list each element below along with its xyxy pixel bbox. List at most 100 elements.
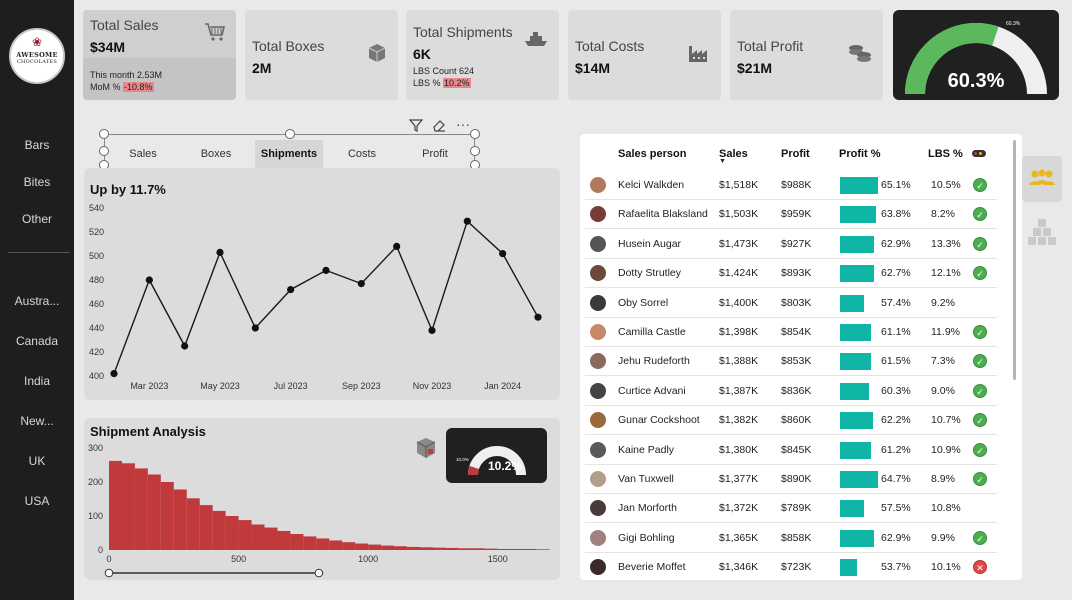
table-row[interactable]: Husein Augar $1,473K $927K 62.9% 13.3% ✓ (585, 230, 997, 259)
check-icon: ✓ (973, 354, 987, 369)
slicer-item-bites[interactable]: Bites (0, 175, 74, 189)
kpi-total-shipments[interactable]: Total Shipments 6K LBS Count 624 LBS % 1… (406, 10, 559, 100)
col-header-profit[interactable]: Profit (781, 148, 810, 160)
lbs-pct-value: 10.9% (931, 443, 961, 456)
profit-value: $836K (781, 384, 812, 397)
kpi-total-profit[interactable]: Total Profit $21M (730, 10, 883, 100)
profit-pct-bar (840, 177, 879, 194)
resize-handle[interactable] (470, 146, 480, 156)
check-icon: ✓ (973, 325, 987, 339)
view-salespeople-button[interactable] (1022, 156, 1062, 202)
avatar (590, 382, 606, 399)
profit-value: $853K (781, 355, 812, 368)
lbs-pct-value: 8.9% (931, 473, 955, 485)
profit-pct-value: 62.9% (881, 531, 911, 544)
data-point (145, 276, 153, 284)
histogram-bar (355, 543, 369, 550)
kpi-total-sales[interactable]: Total Sales $34M This month 2.53M MoM % … (83, 10, 236, 100)
tab-costs[interactable]: Costs (332, 140, 392, 168)
slicer-item-india[interactable]: India (0, 374, 74, 388)
histogram-bar (523, 548, 537, 550)
slicer-item-other[interactable]: Other (0, 212, 74, 226)
tab-sales[interactable]: Sales (112, 140, 174, 168)
slicer-item-uk[interactable]: UK (0, 454, 74, 468)
cart-icon (205, 23, 226, 41)
histogram-bar (121, 463, 135, 550)
kpi-total-costs[interactable]: Total Costs $14M (568, 10, 721, 100)
profit-pct-value: 62.2% (881, 414, 911, 427)
table-row[interactable]: Rafaelita Blaksland $1,503K $959K 63.8% 8.2%… (585, 200, 997, 230)
y-tick-label: 520 (89, 227, 104, 237)
eraser-icon[interactable] (432, 118, 446, 132)
tab-profit[interactable]: Profit (405, 140, 465, 168)
col-header-profit-pct[interactable]: Profit % (839, 148, 881, 160)
resize-handle[interactable] (99, 129, 109, 139)
slicer-item-canada[interactable]: Canada (0, 334, 74, 348)
gauge-value: 60.3% (948, 70, 1005, 92)
table-row[interactable]: Jan Morforth $1,372K $789K 57.5% 10.8% (585, 494, 997, 524)
kpi-value: 2M (252, 60, 272, 76)
data-point (110, 370, 118, 378)
kpi-total-boxes[interactable]: Total Boxes 2M (245, 10, 398, 100)
data-point (322, 266, 330, 274)
filter-icon[interactable] (409, 118, 423, 132)
profit-pct-value: 57.5% (881, 502, 911, 515)
lbs-pct-value: 10.1% (931, 561, 961, 574)
table-scrollbar[interactable] (1013, 140, 1016, 380)
lbs-pct-value: 11.9% (931, 326, 960, 338)
slicer-item-new-zealand[interactable]: New... (0, 414, 74, 428)
box-icon (368, 44, 386, 62)
kpi-title: Total Profit (737, 38, 804, 54)
table-row[interactable]: Jehu Rudeforth $1,388K $853K 61.5% 7.3% ✓ (585, 347, 997, 377)
slicer-item-australia[interactable]: Austra... (0, 294, 74, 308)
salesperson-name: Rafaelita Blaksland (618, 208, 708, 221)
sales-value: $1,398K (719, 326, 759, 338)
table-row[interactable]: Oby Sorrel $1,400K $803K 57.4% 9.2% (585, 289, 997, 318)
profit-value: $927K (781, 237, 812, 250)
lbs-gauge-card[interactable]: 10.0% 10.2% (446, 428, 547, 483)
histogram-bar (199, 505, 213, 550)
brand-line1: AWESOME (16, 51, 58, 59)
tab-boxes[interactable]: Boxes (185, 140, 247, 168)
table-row[interactable]: Camilla Castle $1,398K $854K 61.1% 11.9% ✓ (585, 318, 997, 347)
profit-pct-bar (840, 471, 878, 488)
kpi-sub-lbs-pct: LBS % 10.2% (413, 78, 471, 88)
y-tick-label: 440 (89, 323, 104, 333)
slicer-item-bars[interactable]: Bars (0, 138, 74, 152)
kpi-sub-lbs-count: LBS Count 624 (413, 66, 475, 76)
table-row[interactable]: Van Tuxwell $1,377K $890K 64.7% 8.9% ✓ (585, 465, 997, 494)
data-point (428, 326, 436, 334)
table-row[interactable]: Beverie Moffet $1,346K $723K 53.7% 10.1% ✕ (585, 553, 997, 583)
histogram-bar (251, 524, 265, 550)
kpi-title: Total Shipments (413, 24, 513, 40)
resize-handle[interactable] (285, 129, 295, 139)
resize-handle[interactable] (470, 129, 480, 139)
resize-handle[interactable] (99, 146, 109, 156)
histogram-bar (134, 468, 148, 550)
table-row[interactable]: Dotty Strutley $1,424K $893K 62.7% 12.1% ✓ (585, 259, 997, 289)
y-tick-label: 460 (89, 299, 104, 309)
table-row[interactable]: Kelci Walkden $1,518K $988K 65.1% 10.5% ✓ (585, 171, 997, 200)
table-row[interactable]: Curtice Advani $1,387K $836K 60.3% 9.0% ✓ (585, 377, 997, 406)
histogram-bar (225, 516, 239, 550)
profit-pct-value: 62.7% (881, 267, 911, 280)
table-row[interactable]: Gigi Bohling $1,365K $858K 62.9% 9.9% ✓ (585, 524, 997, 553)
data-point (251, 324, 259, 332)
view-products-button[interactable] (1022, 208, 1062, 254)
col-header-sales-person[interactable]: Sales person (618, 148, 686, 160)
profit-pct-bar (840, 294, 864, 312)
tab-shipments[interactable]: Shipments (255, 140, 323, 168)
col-header-lbs-pct[interactable]: LBS % (928, 148, 963, 160)
slicer-item-usa[interactable]: USA (0, 494, 74, 508)
check-icon: ✓ (973, 207, 987, 222)
gauge-target-label: 60.3% (1006, 21, 1021, 27)
x-tick-label: 1500 (488, 554, 508, 564)
table-row[interactable]: Gunar Cockshoot $1,382K $860K 62.2% 10.7% ✓ (585, 406, 997, 436)
profit-gauge-card[interactable]: 60.3% 60.3% (893, 10, 1059, 100)
more-options-icon[interactable]: ··· (456, 116, 470, 132)
table-row[interactable]: Kaine Padly $1,380K $845K 61.2% 10.9% ✓ (585, 436, 997, 465)
check-icon: ✓ (973, 442, 987, 457)
data-point (287, 286, 295, 294)
salesperson-name: Camilla Castle (618, 326, 686, 338)
line-chart: 400 420 440 460 480 500 520 540 Mar 2023 May 2023… (89, 203, 542, 391)
